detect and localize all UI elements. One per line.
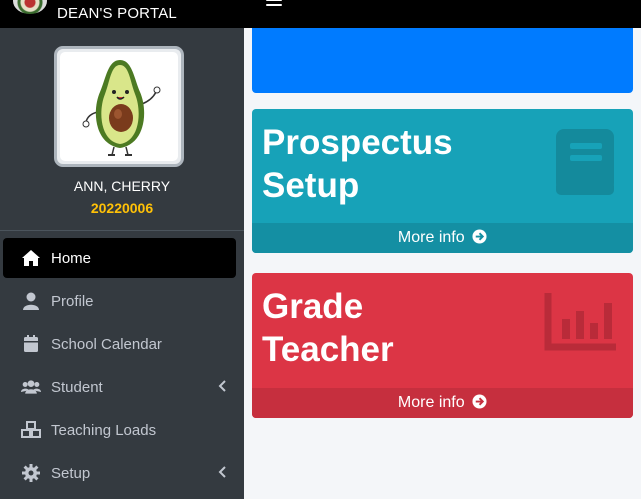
sidebar-item-label: Setup (51, 465, 91, 482)
sidebar-item-student[interactable]: Student (3, 367, 236, 407)
card-title: Grade Teacher (262, 287, 394, 369)
avocado-avatar-icon (82, 60, 161, 156)
sidebar-divider (0, 230, 244, 231)
chevron-left-icon (218, 380, 226, 392)
arrow-circle-right-icon (472, 394, 487, 409)
sidebar-item-label: School Calendar (51, 336, 162, 353)
blue-banner-card (252, 28, 633, 93)
card-title: Prospectus Setup (262, 123, 453, 205)
sidebar-nav: Home Profile School Calendar Student Tea… (0, 238, 244, 496)
sidebar-item-setup[interactable]: Setup (3, 453, 236, 493)
user-id: 20220006 (90, 200, 154, 216)
sidebar-item-label: Student (51, 379, 103, 396)
brand-title[interactable]: DEAN'S PORTAL (57, 5, 177, 22)
more-info-link[interactable]: More info (252, 223, 633, 253)
user-icon (23, 292, 39, 310)
prospectus-setup-card: Prospectus Setup More info (252, 109, 633, 253)
sidebar-item-label: Home (51, 250, 92, 267)
users-icon (21, 380, 41, 394)
gear-icon (22, 464, 40, 482)
grade-teacher-card: Grade Teacher More info (252, 273, 633, 418)
chart-icon (544, 293, 616, 351)
home-icon (22, 250, 40, 266)
sidebar-item-label: Profile (51, 293, 94, 310)
sidebar-item-home[interactable]: Home (3, 238, 236, 278)
hamburger-icon[interactable] (266, 0, 282, 9)
seal-logo-icon (13, 0, 47, 14)
more-info-link[interactable]: More info (252, 388, 633, 418)
sidebar-item-school-calendar[interactable]: School Calendar (3, 324, 236, 364)
sidebar-item-teaching-loads[interactable]: Teaching Loads (3, 410, 236, 450)
arrow-circle-right-icon (472, 229, 487, 244)
sidebar: ANN, CHERRY 20220006 Home Profile School… (0, 28, 244, 499)
avatar (54, 46, 184, 167)
user-name[interactable]: ANN, CHERRY (0, 178, 244, 194)
cubes-icon (21, 421, 41, 438)
book-icon (556, 129, 614, 195)
sidebar-item-label: Teaching Loads (51, 422, 157, 439)
sidebar-item-profile[interactable]: Profile (3, 281, 236, 321)
top-navbar: DEAN'S PORTAL (0, 0, 641, 28)
chevron-left-icon (218, 466, 226, 478)
calendar-icon (24, 335, 38, 352)
